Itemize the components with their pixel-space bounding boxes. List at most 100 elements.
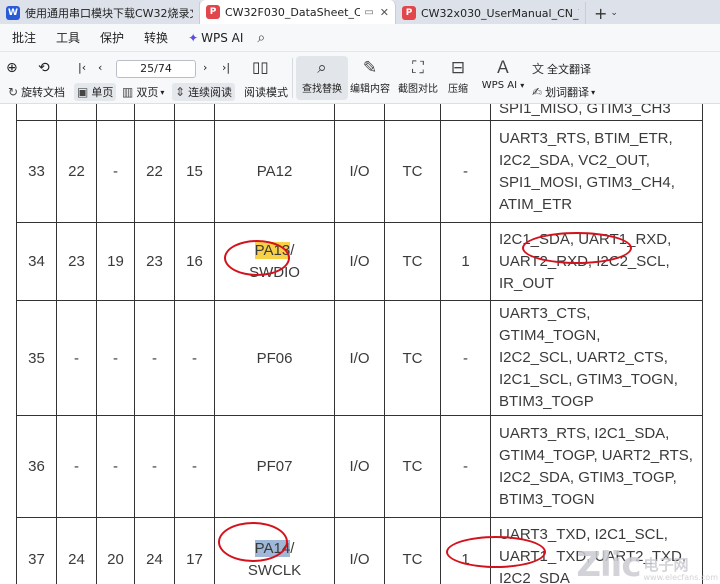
function-cell: I2C1_SDA, UART1_RXD, UART2_RXD, I2C2_SCL… bbox=[490, 222, 703, 301]
tab-usermanual[interactable]: P CW32x030_UserManual_CN_V2. bbox=[396, 2, 586, 24]
pin-name-cell: PA13/ SWDIO bbox=[214, 222, 335, 301]
pin-name-cell: PF06 bbox=[214, 300, 335, 416]
function-line: I2C2_SCL, UART2_CTS, bbox=[499, 349, 668, 366]
pin-num-cell: - bbox=[174, 300, 215, 416]
prev-page-icon[interactable]: ‹ bbox=[98, 61, 102, 74]
rotate-doc-button[interactable]: ↻ 旋转文档 bbox=[8, 84, 65, 100]
rotate-doc-icon: ↻ bbox=[8, 85, 19, 99]
pin-num-cell: 16 bbox=[174, 222, 215, 301]
pin-alt-name: SWCLK bbox=[247, 561, 302, 579]
watermark-logo: Zlic 电子网 www.elecfans.com bbox=[576, 548, 718, 582]
table-row: 33 22 - 22 15 PA12 I/O TC - UART3_RTS, B… bbox=[16, 120, 703, 223]
full-translate-button[interactable]: 文 全文翻译 bbox=[532, 60, 591, 77]
menu-annotate[interactable]: 批注 bbox=[12, 29, 36, 46]
continuous-read-icon: ⇕ bbox=[175, 85, 186, 99]
sparkle-icon: ✦ bbox=[188, 30, 199, 45]
zoom-icon[interactable]: ⊕ bbox=[6, 60, 18, 76]
tab-label: CW32x030_UserManual_CN_V2. bbox=[421, 6, 579, 20]
page-number-input[interactable]: 25/74 bbox=[116, 60, 196, 78]
function-line: UART2_RXD, I2C2_SCL, bbox=[499, 252, 670, 270]
full-translate-label: 全文翻译 bbox=[547, 62, 592, 76]
function-cell: UART3_RTS, I2C1_SDA, GTIM4_TOGP, UART2_R… bbox=[490, 415, 703, 518]
next-page-icon[interactable]: › bbox=[203, 61, 207, 74]
single-page-button[interactable]: ▣ 单页 bbox=[74, 83, 117, 101]
table-row: 36 - - - - PF07 I/O TC - UART3_RTS, I2C1… bbox=[16, 415, 703, 518]
function-line: I2C2_SDA, VC2_OUT, bbox=[499, 151, 650, 169]
note-cell: - bbox=[440, 415, 491, 518]
menu-bar: 批注 工具 保护 转换 ✦ WPS AI ⌕ bbox=[0, 24, 720, 52]
pin-num-cell: - bbox=[134, 300, 175, 416]
edit-content-button[interactable]: ✎ 编辑内容 bbox=[344, 56, 396, 100]
pin-type-cell: I/O bbox=[334, 222, 385, 301]
function-line: BTIM3_TOGP bbox=[499, 393, 594, 410]
menu-wps-ai[interactable]: ✦ WPS AI bbox=[188, 31, 243, 45]
chevron-down-icon: ▾ bbox=[160, 87, 165, 97]
function-line: SPI1_MOSI, GTIM3_CH4, bbox=[499, 173, 675, 191]
continuous-read-button[interactable]: ⇕ 连续阅读 bbox=[172, 83, 236, 101]
single-page-icon: ▣ bbox=[77, 85, 89, 99]
pin-num-cell: 24 bbox=[134, 517, 175, 584]
pin-num-cell: 22 bbox=[134, 120, 175, 223]
word-translate-button[interactable]: ✍ 划词翻译 ▾ bbox=[532, 84, 595, 100]
close-icon[interactable]: ✕ bbox=[380, 6, 389, 19]
note-cell: - bbox=[440, 120, 491, 223]
book-icon[interactable]: ▯▯ bbox=[252, 58, 269, 76]
compress-icon: ⊟ bbox=[450, 58, 466, 78]
pdf-file-icon: P bbox=[206, 5, 220, 19]
pin-num-cell: 37 bbox=[16, 517, 57, 584]
note-cell: - bbox=[440, 300, 491, 416]
search-icon[interactable]: ⌕ bbox=[257, 30, 265, 46]
wps-ai-button[interactable]: Ａ WPS AI ▾ bbox=[474, 56, 532, 100]
rotate-doc-label: 旋转文档 bbox=[21, 86, 66, 99]
pin-num-cell: - bbox=[134, 415, 175, 518]
table-row: 34 23 19 23 16 PA13/ SWDIO I/O TC 1 I2C1… bbox=[16, 222, 703, 301]
tab-word-doc[interactable]: W 使用通用串口模块下载CW32烧录文件 bbox=[0, 2, 200, 24]
pin-num-cell: 15 bbox=[174, 120, 215, 223]
last-page-icon[interactable]: ›| bbox=[222, 61, 230, 74]
document-view[interactable]: SPI1_MISO, GTIM3_CH3 33 22 - 22 15 PA12 … bbox=[0, 104, 720, 584]
toolbar: ⊕ ⟲ |‹ ‹ 25/74 › ›| ▯▯ ↻ 旋转文档 ▣ 单页 ▥ 双页 … bbox=[0, 52, 720, 104]
new-tab-button[interactable]: + ⌄ bbox=[594, 2, 618, 24]
function-cell: SPI1_MISO, GTIM3_CH3 bbox=[490, 104, 703, 121]
word-translate-label: 划词翻译 bbox=[545, 86, 590, 99]
chevron-down-icon: ⌄ bbox=[610, 8, 618, 18]
pin-definition-table: SPI1_MISO, GTIM3_CH3 33 22 - 22 15 PA12 … bbox=[16, 104, 703, 584]
wps-ai-label: WPS AI ▾ bbox=[481, 80, 525, 91]
tab-bar: W 使用通用串口模块下载CW32烧录文件 P CW32F030_DataShee… bbox=[0, 0, 720, 24]
function-line: I2C1_SCL, GTIM3_TOGN, bbox=[499, 371, 678, 388]
screenshot-icon: ⛶ bbox=[412, 58, 424, 78]
highlighted-pin-text: PA13 bbox=[254, 241, 291, 259]
pdf-file-icon: P bbox=[402, 6, 416, 20]
rotate-icon[interactable]: ⟲ bbox=[38, 60, 50, 76]
edit-icon: ✎ bbox=[362, 58, 378, 78]
menu-tools[interactable]: 工具 bbox=[56, 29, 80, 46]
menu-protect[interactable]: 保护 bbox=[100, 29, 124, 46]
pin-num-cell: 20 bbox=[96, 517, 135, 584]
translate-icon: 文 bbox=[532, 62, 545, 76]
pin-num-cell: - bbox=[56, 300, 97, 416]
double-page-button[interactable]: ▥ 双页 ▾ bbox=[122, 84, 164, 100]
pin-num-cell: 35 bbox=[16, 300, 57, 416]
function-cell: UART3_CTS, GTIM4_TOGN, I2C2_SCL, UART2_C… bbox=[490, 300, 703, 416]
pin-type-cell: I/O bbox=[334, 120, 385, 223]
pin-num-cell: 24 bbox=[56, 517, 97, 584]
function-line: IR_OUT bbox=[499, 274, 555, 292]
find-replace-button[interactable]: ⌕ 查找替换 bbox=[296, 56, 348, 100]
menu-convert[interactable]: 转换 bbox=[144, 29, 168, 46]
first-page-icon[interactable]: |‹ bbox=[78, 61, 86, 74]
pin-num-cell: 33 bbox=[16, 120, 57, 223]
window-icon[interactable]: ▭ bbox=[364, 7, 373, 18]
function-line: I2C2_SDA, GTIM3_TOGP, bbox=[499, 468, 677, 486]
pin-num-cell: - bbox=[96, 120, 135, 223]
pin-num-cell: - bbox=[56, 415, 97, 518]
continuous-read-label: 连续阅读 bbox=[188, 86, 233, 99]
single-page-label: 单页 bbox=[91, 86, 114, 99]
pin-num-cell: 23 bbox=[134, 222, 175, 301]
pin-name-cell: PA12 bbox=[214, 120, 335, 223]
plus-icon: + bbox=[594, 3, 608, 23]
note-cell: 1 bbox=[440, 517, 491, 584]
function-line: ATIM_ETR bbox=[499, 195, 573, 213]
read-mode-button[interactable]: 阅读模式 bbox=[244, 84, 288, 100]
ai-icon: Ａ bbox=[494, 58, 512, 78]
tab-datasheet[interactable]: P CW32F030_DataSheet_CN_V ▭ ✕ bbox=[200, 0, 396, 24]
